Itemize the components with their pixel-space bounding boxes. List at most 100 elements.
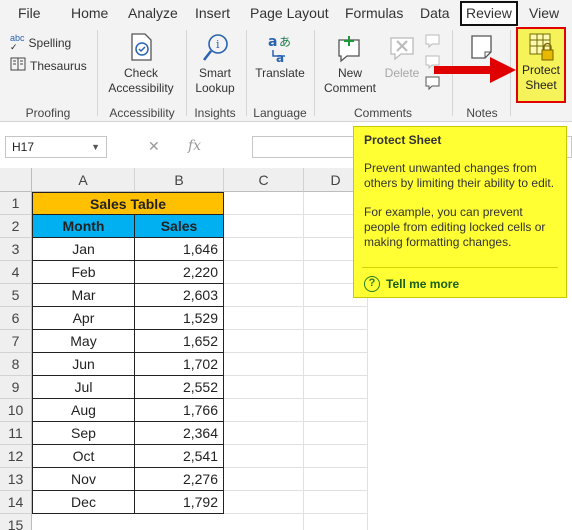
sales-cell[interactable]: 2,603 — [135, 284, 224, 307]
month-cell[interactable]: Feb — [32, 261, 135, 284]
row-header[interactable]: 15 — [0, 514, 32, 530]
sales-cell[interactable]: 1,652 — [135, 330, 224, 353]
empty-cell[interactable] — [224, 330, 304, 353]
insert-function-icon[interactable]: fx — [188, 138, 201, 154]
tab-formulas[interactable]: Formulas — [345, 0, 403, 26]
thesaurus-button[interactable]: Thesaurus — [10, 57, 87, 74]
row-header[interactable]: 14 — [0, 491, 32, 514]
new-comment-icon — [338, 36, 360, 63]
delete-comment-button[interactable]: Delete — [380, 32, 424, 81]
tab-review[interactable]: Review — [460, 1, 518, 26]
sales-cell[interactable]: 1,529 — [135, 307, 224, 330]
empty-cell[interactable] — [224, 491, 304, 514]
row-header[interactable]: 8 — [0, 353, 32, 376]
month-cell[interactable]: Dec — [32, 491, 135, 514]
row-header[interactable]: 6 — [0, 307, 32, 330]
month-cell[interactable]: Aug — [32, 399, 135, 422]
sales-cell[interactable]: 2,364 — [135, 422, 224, 445]
empty-cell[interactable] — [224, 284, 304, 307]
empty-cell[interactable] — [304, 330, 368, 353]
month-cell[interactable]: Apr — [32, 307, 135, 330]
month-cell[interactable]: Jun — [32, 353, 135, 376]
empty-cell[interactable] — [224, 353, 304, 376]
row-header[interactable]: 3 — [0, 238, 32, 261]
spelling-icon: abc ✓ — [10, 33, 25, 52]
empty-cell[interactable] — [304, 422, 368, 445]
protect-sheet-button[interactable]: Protect Sheet — [516, 27, 566, 103]
spelling-button[interactable]: abc ✓ Spelling — [10, 34, 71, 52]
protect-sheet-icon — [529, 33, 554, 61]
empty-cell[interactable] — [304, 353, 368, 376]
tab-home[interactable]: Home — [71, 0, 108, 26]
empty-cell[interactable] — [224, 468, 304, 491]
tab-analyze[interactable]: Analyze — [128, 0, 178, 26]
month-header-cell[interactable]: Month — [32, 215, 135, 238]
tab-insert[interactable]: Insert — [195, 0, 230, 26]
tab-file[interactable]: File — [18, 0, 41, 26]
sales-cell[interactable]: 2,541 — [135, 445, 224, 468]
column-header-c[interactable]: C — [224, 168, 304, 192]
sales-cell[interactable]: 2,220 — [135, 261, 224, 284]
empty-cell[interactable] — [304, 491, 368, 514]
group-separator — [97, 30, 98, 116]
empty-cell[interactable] — [224, 192, 304, 215]
translate-button[interactable]: aあa Translate — [251, 32, 309, 81]
tab-view[interactable]: View — [529, 0, 559, 26]
empty-cell[interactable] — [224, 215, 304, 238]
empty-cell[interactable] — [224, 399, 304, 422]
empty-cell[interactable] — [304, 445, 368, 468]
sales-cell[interactable]: 1,702 — [135, 353, 224, 376]
previous-comment-icon[interactable] — [424, 32, 442, 50]
tell-me-more-link[interactable]: ? Tell me more — [364, 276, 459, 292]
empty-cell[interactable] — [304, 468, 368, 491]
row-header[interactable]: 12 — [0, 445, 32, 468]
chevron-down-icon[interactable]: ▼ — [91, 137, 100, 157]
check-accessibility-button[interactable]: Check Accessibility — [105, 32, 177, 96]
sales-cell[interactable]: 1,766 — [135, 399, 224, 422]
sales-cell[interactable]: 2,276 — [135, 468, 224, 491]
column-header-b[interactable]: B — [135, 168, 224, 192]
empty-cell[interactable] — [224, 307, 304, 330]
column-header-a[interactable]: A — [32, 168, 135, 192]
row-header[interactable]: 9 — [0, 376, 32, 399]
row-header[interactable]: 7 — [0, 330, 32, 353]
select-all-corner[interactable] — [0, 168, 32, 192]
smart-lookup-icon: i — [203, 34, 228, 61]
empty-cell[interactable] — [304, 307, 368, 330]
new-comment-button[interactable]: New Comment — [320, 32, 380, 96]
row-header[interactable]: 1 — [0, 192, 32, 215]
month-cell[interactable]: Oct — [32, 445, 135, 468]
empty-cell[interactable] — [304, 376, 368, 399]
sales-cell[interactable]: 1,646 — [135, 238, 224, 261]
row-header[interactable]: 5 — [0, 284, 32, 307]
sales-cell[interactable]: 1,792 — [135, 491, 224, 514]
empty-cell[interactable] — [224, 445, 304, 468]
row-header[interactable]: 13 — [0, 468, 32, 491]
empty-cell[interactable] — [224, 514, 304, 530]
empty-cell[interactable] — [304, 514, 368, 530]
thesaurus-icon — [10, 57, 26, 74]
sales-table-title[interactable]: Sales Table — [32, 192, 224, 215]
month-cell[interactable]: May — [32, 330, 135, 353]
empty-cell[interactable] — [304, 399, 368, 422]
empty-cell[interactable] — [224, 422, 304, 445]
sales-header-cell[interactable]: Sales — [135, 215, 224, 238]
month-cell[interactable]: Mar — [32, 284, 135, 307]
tab-data[interactable]: Data — [420, 0, 450, 26]
name-box[interactable]: H17 ▼ — [5, 136, 107, 158]
month-cell[interactable]: Nov — [32, 468, 135, 491]
empty-cell[interactable] — [224, 238, 304, 261]
month-cell[interactable]: Sep — [32, 422, 135, 445]
empty-cell[interactable] — [224, 376, 304, 399]
row-header[interactable]: 4 — [0, 261, 32, 284]
month-cell[interactable]: Jul — [32, 376, 135, 399]
row-header[interactable]: 10 — [0, 399, 32, 422]
row-header[interactable]: 11 — [0, 422, 32, 445]
empty-cell[interactable] — [224, 261, 304, 284]
cancel-icon[interactable]: ✕ — [148, 138, 160, 155]
row-header[interactable]: 2 — [0, 215, 32, 238]
sales-cell[interactable]: 2,552 — [135, 376, 224, 399]
tab-page-layout[interactable]: Page Layout — [250, 0, 329, 26]
month-cell[interactable]: Jan — [32, 238, 135, 261]
smart-lookup-button[interactable]: i Smart Lookup — [191, 32, 239, 96]
